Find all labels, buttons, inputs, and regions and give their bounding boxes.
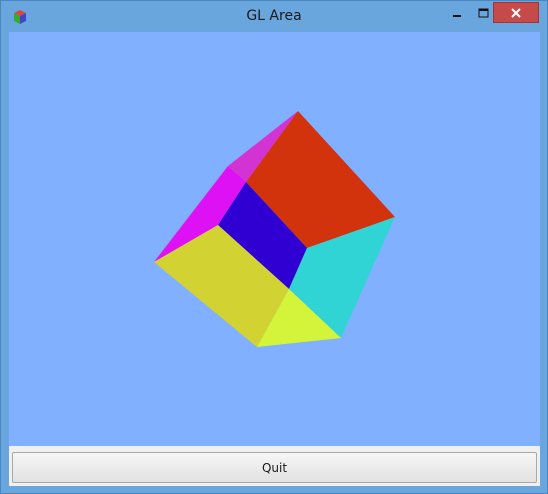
- minimize-button[interactable]: [444, 2, 470, 23]
- gl-area[interactable]: [9, 32, 540, 446]
- close-button[interactable]: [493, 2, 539, 23]
- maximize-icon: [478, 8, 488, 17]
- close-icon: [511, 7, 521, 18]
- app-window: GL Area Quit: [0, 0, 548, 494]
- button-bar: Quit: [9, 446, 540, 486]
- quit-button[interactable]: Quit: [12, 452, 537, 483]
- cube-render: [154, 111, 395, 347]
- title-bar[interactable]: GL Area: [1, 1, 547, 31]
- minimize-icon: [453, 14, 461, 17]
